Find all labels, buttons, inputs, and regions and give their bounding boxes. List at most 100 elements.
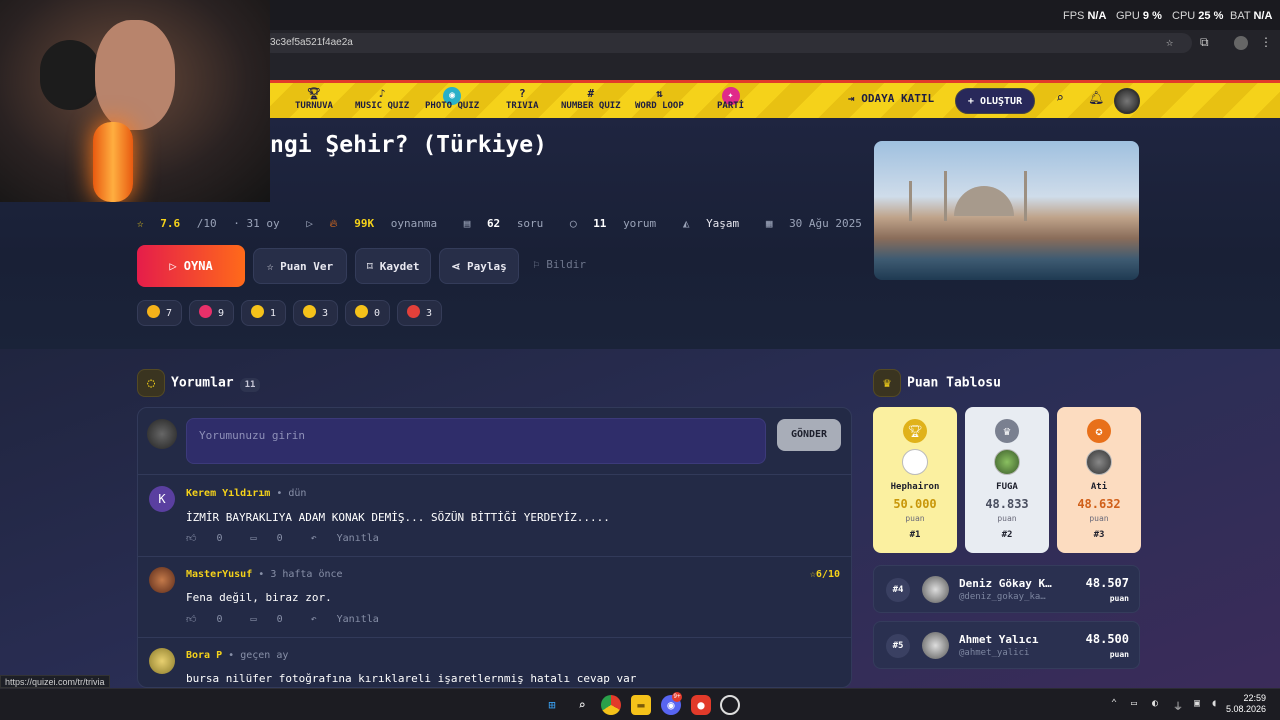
minaret bbox=[944, 171, 947, 221]
obs-icon[interactable] bbox=[720, 695, 740, 715]
replies-count[interactable]: ▭ 0 bbox=[251, 533, 297, 544]
report-button[interactable]: ⚐ Bildir bbox=[533, 258, 586, 271]
record-app-icon[interactable]: ● bbox=[691, 695, 711, 715]
extensions-icon[interactable]: ⧉ bbox=[1200, 35, 1209, 50]
play-button[interactable]: ▷ OYNA bbox=[137, 245, 245, 287]
fps-label: FPS bbox=[1063, 10, 1085, 22]
podium-third[interactable]: ✪ Ati 48.632 puan #3 bbox=[1057, 407, 1141, 553]
search-icon[interactable]: ⌕ bbox=[1056, 91, 1064, 106]
row-score: 48.500 bbox=[1085, 632, 1129, 646]
rate-button[interactable]: ☆ Puan Ver bbox=[253, 248, 347, 284]
comment-author[interactable]: MasterYusuf • 3 hafta önce bbox=[186, 569, 343, 580]
system-clock[interactable]: 22:59 5.08.2026 bbox=[1226, 693, 1266, 715]
like-button[interactable]: 👍︎ 0 bbox=[186, 533, 237, 544]
play-icon: ▷ bbox=[306, 217, 320, 230]
podium-name: Hephairon bbox=[890, 482, 940, 492]
nav-item-parti[interactable]: ✦ PARTİ bbox=[717, 87, 744, 111]
reaction-laugh[interactable]: 1 bbox=[241, 300, 286, 326]
monitor-icon[interactable]: ▣ bbox=[1194, 698, 1200, 709]
reaction-surprised[interactable]: 3 bbox=[293, 300, 338, 326]
leaderboard-row[interactable]: #4 Deniz Gökay K… @deniz_gokay_ka… 48.50… bbox=[873, 565, 1140, 613]
star-icon: ☆ bbox=[266, 260, 281, 273]
medal-icon: ✪ bbox=[1087, 419, 1111, 443]
podium-first[interactable]: 🏆︎ Hephairon 50.000 puan #1 bbox=[873, 407, 957, 553]
reaction-heart[interactable]: 9 bbox=[189, 300, 234, 326]
question-bubble-icon: ? bbox=[518, 87, 526, 100]
category-link[interactable]: ◭ Yaşam bbox=[683, 217, 749, 230]
comment-author[interactable]: Bora P • geçen ay bbox=[186, 650, 288, 661]
quiz-title: ngi Şehir? (Türkiye) bbox=[270, 132, 547, 158]
date: ▦ 30 Ağu 2025 bbox=[766, 217, 872, 230]
rating-max: /10 bbox=[196, 217, 217, 230]
nav-item-word-loop[interactable]: ⇅ WORD LOOP bbox=[635, 87, 684, 111]
clock-time: 22:59 bbox=[1243, 693, 1266, 703]
reply-button[interactable]: ↶ Yanıtla bbox=[311, 533, 393, 544]
category-label: Yaşam bbox=[706, 217, 740, 230]
rating-votes: 31 oy bbox=[246, 217, 280, 230]
podium-rank: #3 bbox=[1093, 530, 1105, 540]
tray-chevron-icon[interactable]: ⌃ bbox=[1111, 698, 1117, 709]
nav-item-music-quiz[interactable]: ♪ MUSIC QUIZ bbox=[355, 87, 409, 111]
nav-item-number-quiz[interactable]: # NUMBER QUIZ bbox=[561, 87, 621, 111]
podium-second[interactable]: ♛ FUGA 48.833 puan #2 bbox=[965, 407, 1049, 553]
reaction-count: 9 bbox=[217, 308, 225, 319]
podium-name: Ati bbox=[1090, 482, 1108, 492]
comment-time: 3 hafta önce bbox=[270, 569, 343, 580]
author-name: MasterYusuf bbox=[186, 569, 253, 580]
laugh-icon bbox=[250, 305, 264, 318]
divider bbox=[137, 556, 852, 557]
tray-edge-icon[interactable]: ◐ bbox=[1152, 698, 1158, 709]
bat-label: BAT bbox=[1230, 10, 1251, 22]
category-icon: ◭ bbox=[682, 217, 697, 230]
microphone-icon[interactable]: ⏚ bbox=[1173, 698, 1183, 713]
trophy-icon: 🏆︎ bbox=[903, 419, 927, 443]
podium-rank: #2 bbox=[1001, 530, 1013, 540]
send-button[interactable]: GÖNDER bbox=[777, 419, 841, 451]
play-label: OYNA bbox=[183, 259, 213, 273]
nav-item-trivia[interactable]: ? TRIVIA bbox=[506, 87, 539, 111]
like-button[interactable]: 👍︎ 0 bbox=[186, 614, 237, 625]
reply-button[interactable]: ↶ Yanıtla bbox=[311, 614, 393, 625]
comment-actions: 👍︎ 0 ▭ 0 ↶ Yanıtla bbox=[186, 532, 407, 544]
leaderboard-row[interactable]: #5 Ahmet Yalıcı @ahmet_yalici 48.500 pua… bbox=[873, 621, 1140, 669]
replies-count[interactable]: ▭ 0 bbox=[251, 614, 297, 625]
profile-avatar[interactable] bbox=[1234, 36, 1248, 50]
reaction-angry[interactable]: 3 bbox=[397, 300, 442, 326]
nav-label: TURNUVA bbox=[295, 101, 333, 111]
comments-label: yorum bbox=[623, 217, 657, 230]
share-label: Paylaş bbox=[467, 260, 507, 273]
plays-label: oynanma bbox=[390, 217, 438, 230]
user-avatar[interactable] bbox=[1114, 88, 1140, 114]
reaction-thumbs-up[interactable]: 7 bbox=[137, 300, 182, 326]
windows-start-icon[interactable]: ⊞ bbox=[542, 695, 562, 715]
comments-header: ◌ Yorumlar 11 bbox=[137, 369, 261, 397]
volume-icon[interactable]: ◖ bbox=[1211, 698, 1217, 709]
menu-dots-icon[interactable]: ⋮ bbox=[1260, 35, 1272, 49]
comment-input[interactable]: Yorumunuzu girin bbox=[186, 418, 766, 464]
chrome-icon[interactable] bbox=[601, 695, 621, 715]
folder-icon[interactable]: ▬ bbox=[631, 695, 651, 715]
avatar[interactable] bbox=[149, 567, 175, 593]
reaction-sad[interactable]: 0 bbox=[345, 300, 390, 326]
create-button[interactable]: + OLUŞTUR bbox=[955, 88, 1035, 114]
address-bar[interactable]: 3c3ef5a521f4ae2a bbox=[262, 33, 1192, 53]
avatar[interactable] bbox=[149, 648, 175, 674]
bookmark-star-icon[interactable]: ☆ bbox=[1166, 35, 1173, 49]
tray-app-icon[interactable]: ▭ bbox=[1131, 698, 1137, 709]
row-score: 48.507 bbox=[1085, 576, 1129, 590]
nav-item-photo-quiz[interactable]: ◉ PHOTO QUIZ bbox=[425, 87, 479, 111]
minaret bbox=[909, 181, 912, 221]
bell-icon[interactable]: 🔔︎ bbox=[1088, 91, 1105, 106]
join-room-button[interactable]: ⇥ ODAYA KATIL bbox=[848, 92, 934, 105]
surprised-icon bbox=[302, 305, 316, 318]
share-button[interactable]: ⋖ Paylaş bbox=[439, 248, 519, 284]
podium-unit: puan bbox=[1089, 514, 1109, 523]
save-button[interactable]: ⌑ Kaydet bbox=[355, 248, 431, 284]
nav-item-turnuva[interactable]: 🏆︎ TURNUVA bbox=[295, 87, 333, 111]
trophy-icon: 🏆︎ bbox=[306, 87, 321, 100]
comments-title: Yorumlar bbox=[171, 375, 234, 391]
search-icon[interactable]: ⌕ bbox=[572, 695, 592, 715]
comment-author[interactable]: Kerem Yıldırım • dün bbox=[186, 488, 306, 499]
avatar[interactable]: K bbox=[149, 486, 175, 512]
comment-placeholder: Yorumunuzu girin bbox=[199, 429, 305, 442]
